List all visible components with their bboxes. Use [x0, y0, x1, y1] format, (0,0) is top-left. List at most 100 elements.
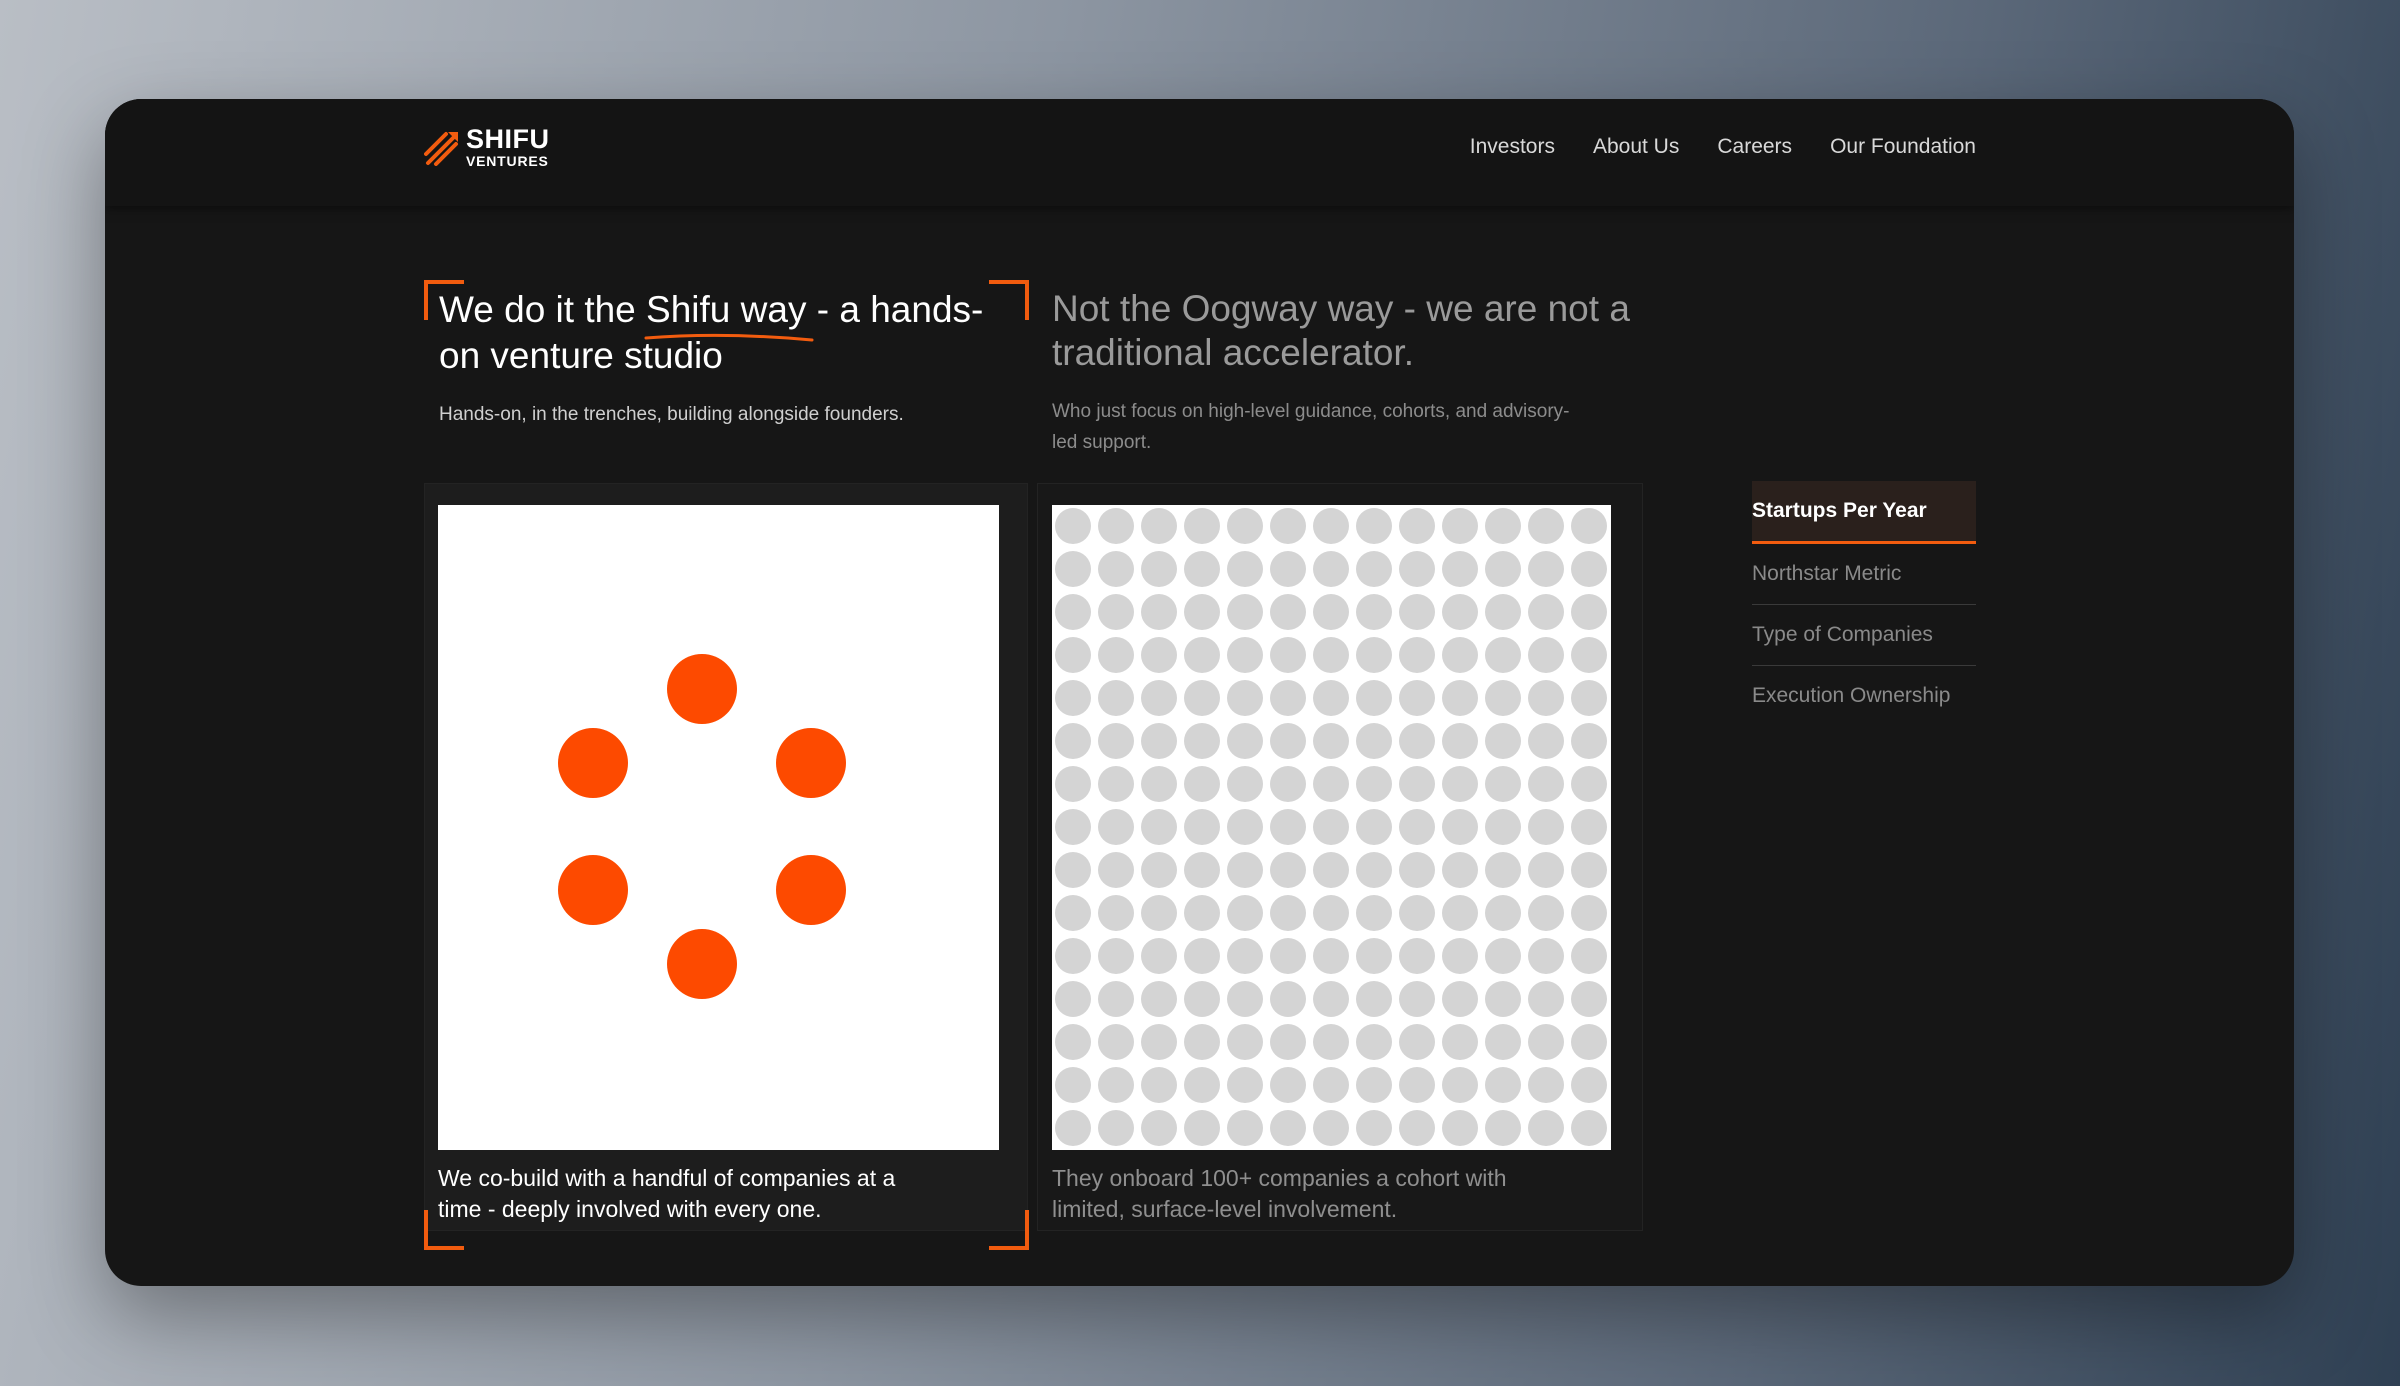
cohort-dot	[1399, 594, 1435, 630]
cohort-dot	[1270, 852, 1306, 888]
oogway-card: They onboard 100+ companies a cohort wit…	[1037, 483, 1643, 1231]
cohort-dot	[1313, 981, 1349, 1017]
cohort-dot	[1313, 508, 1349, 544]
cohort-dot	[1485, 809, 1521, 845]
cohort-dot	[1184, 981, 1220, 1017]
cohort-dot	[1184, 508, 1220, 544]
nav-investors[interactable]: Investors	[1470, 135, 1555, 159]
cohort-dot	[1528, 680, 1564, 716]
cohort-dot	[1356, 938, 1392, 974]
cohort-dot	[1313, 1110, 1349, 1146]
cohort-dot	[1571, 809, 1607, 845]
cohort-dot	[1313, 809, 1349, 845]
cohort-dot	[1055, 1067, 1091, 1103]
cohort-dot	[1485, 508, 1521, 544]
cohort-dot	[1227, 1110, 1263, 1146]
cohort-dot	[1485, 1067, 1521, 1103]
cohort-dot	[1485, 938, 1521, 974]
tab-execution-ownership[interactable]: Execution Ownership	[1752, 666, 1976, 726]
cohort-dot	[1055, 852, 1091, 888]
bracket-bottom-left	[424, 1210, 464, 1250]
cohort-dot	[1528, 1110, 1564, 1146]
cohort-dot	[1485, 1024, 1521, 1060]
nav-careers[interactable]: Careers	[1717, 135, 1792, 159]
cohort-dot	[1442, 637, 1478, 673]
cohort-dot	[1485, 551, 1521, 587]
cohort-dot	[1571, 852, 1607, 888]
cohort-dot	[1184, 1024, 1220, 1060]
cohort-dot	[1141, 551, 1177, 587]
tab-type-of-companies[interactable]: Type of Companies	[1752, 605, 1976, 666]
cohort-dot	[1270, 551, 1306, 587]
cohort-dot	[1571, 1110, 1607, 1146]
nav-about-us[interactable]: About Us	[1593, 135, 1679, 159]
cohort-dot	[1141, 1067, 1177, 1103]
cohort-dot	[1098, 551, 1134, 587]
cohort-dot	[1098, 1110, 1134, 1146]
cohort-dot	[1270, 723, 1306, 759]
shifu-way-text: Shifu way	[646, 289, 807, 330]
cohort-dot	[1270, 508, 1306, 544]
tab-northstar-metric[interactable]: Northstar Metric	[1752, 544, 1976, 605]
cohort-dot	[1141, 1024, 1177, 1060]
cohort-dot	[1399, 809, 1435, 845]
cohort-dot	[1442, 1067, 1478, 1103]
cohort-dot	[1141, 981, 1177, 1017]
company-dot	[558, 728, 628, 798]
cohort-dot	[1098, 766, 1134, 802]
cohort-dot	[1356, 1024, 1392, 1060]
cohort-dot	[1184, 895, 1220, 931]
tab-startups-per-year[interactable]: Startups Per Year	[1752, 481, 1976, 544]
cohort-dot	[1399, 852, 1435, 888]
cohort-dot	[1270, 594, 1306, 630]
cohort-dot	[1055, 1110, 1091, 1146]
cohort-dot	[1055, 981, 1091, 1017]
cohort-dot	[1528, 594, 1564, 630]
cohort-dot	[1098, 809, 1134, 845]
cohort-dot	[1356, 1110, 1392, 1146]
cohort-dot	[1571, 594, 1607, 630]
cohort-dot	[1055, 637, 1091, 673]
cohort-dot	[1141, 508, 1177, 544]
cohort-dot	[1528, 938, 1564, 974]
cohort-dot	[1313, 680, 1349, 716]
cohort-dot	[1055, 938, 1091, 974]
cohort-dot	[1184, 809, 1220, 845]
cohort-dot	[1442, 1110, 1478, 1146]
cohort-dot	[1356, 852, 1392, 888]
cohort-dot	[1270, 809, 1306, 845]
cohort-dot	[1485, 1110, 1521, 1146]
cohort-dot	[1313, 1067, 1349, 1103]
cohort-dot	[1442, 680, 1478, 716]
cohort-dot	[1442, 766, 1478, 802]
cohort-dot	[1227, 766, 1263, 802]
cohort-dot	[1442, 895, 1478, 931]
cohort-dot	[1356, 809, 1392, 845]
cohort-dot	[1313, 1024, 1349, 1060]
cohort-dot	[1055, 809, 1091, 845]
shifu-visual-panel	[438, 505, 999, 1150]
cohort-dot	[1270, 895, 1306, 931]
cohort-dot	[1485, 637, 1521, 673]
cohort-dot	[1313, 938, 1349, 974]
cohort-dot	[1184, 766, 1220, 802]
brand-name: SHIFU	[466, 124, 550, 154]
cohort-dot	[1141, 1110, 1177, 1146]
cohort-dot	[1442, 809, 1478, 845]
cohort-dot	[1141, 852, 1177, 888]
nav-our-foundation[interactable]: Our Foundation	[1830, 135, 1976, 159]
brand-subname: VENTURES	[466, 153, 549, 169]
top-navbar: SHIFU VENTURES Investors About Us Career…	[105, 99, 2294, 206]
cohort-dot	[1227, 1024, 1263, 1060]
cohort-dot	[1184, 594, 1220, 630]
bracket-top-right	[989, 280, 1029, 320]
cohort-dot	[1055, 766, 1091, 802]
cohort-dot	[1098, 1067, 1134, 1103]
bracket-top-left	[424, 280, 464, 320]
cohort-dot	[1571, 1024, 1607, 1060]
cohort-dot	[1399, 1067, 1435, 1103]
cohort-dot	[1399, 508, 1435, 544]
cohort-dot	[1270, 981, 1306, 1017]
cohort-dot-grid	[1055, 508, 1607, 1146]
cohort-dot	[1184, 1110, 1220, 1146]
